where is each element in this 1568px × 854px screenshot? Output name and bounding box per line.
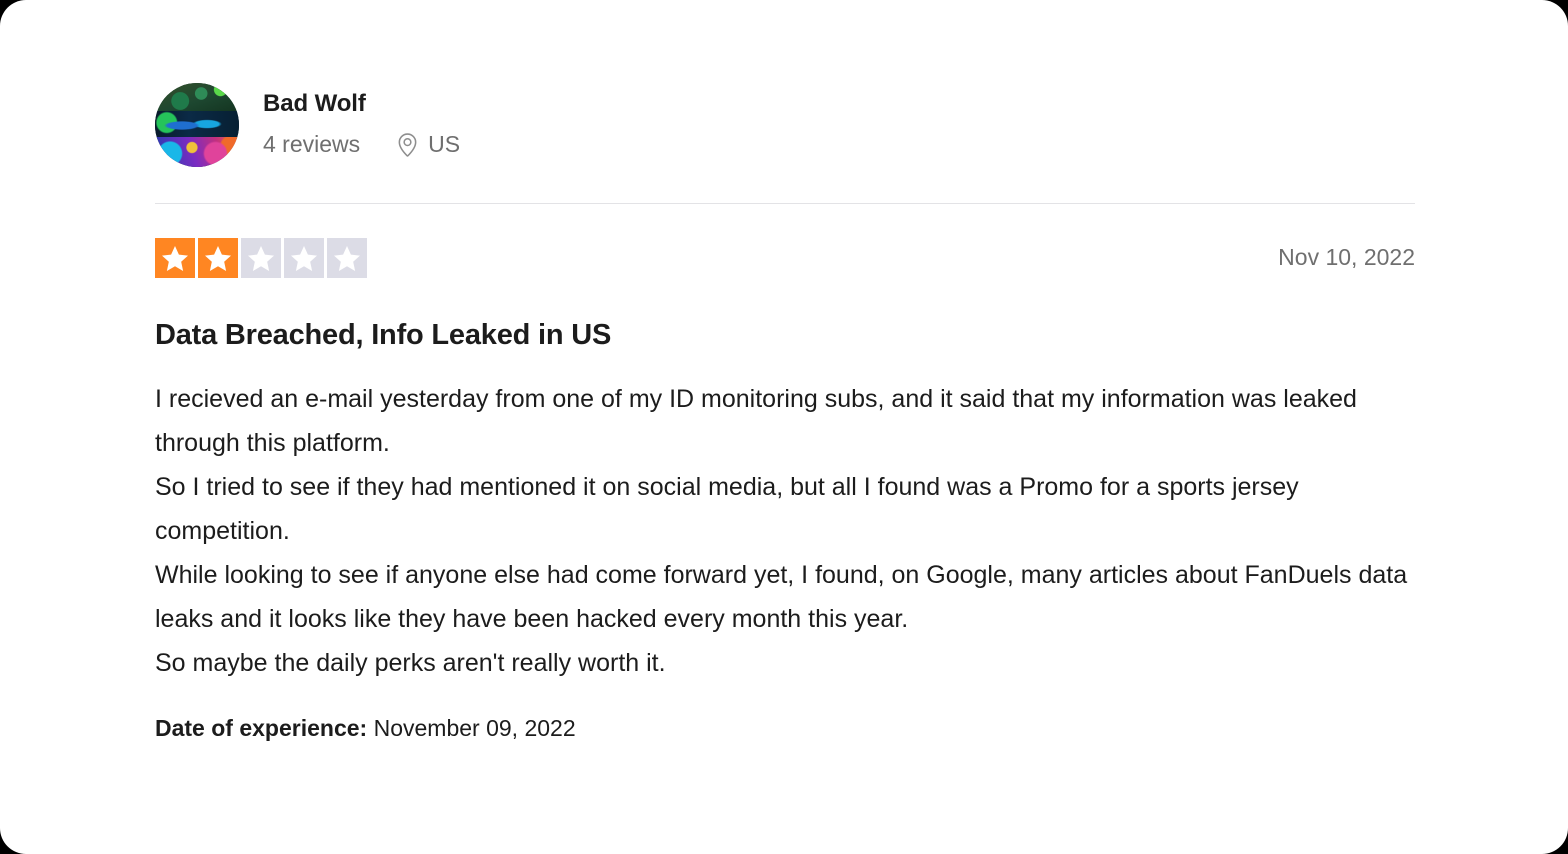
review-paragraph: While looking to see if anyone else had … xyxy=(155,561,1408,634)
star-icon-2 xyxy=(198,238,238,278)
review-paragraph: So I tried to see if they had mentioned … xyxy=(155,473,1299,546)
date-of-experience-value: November 09, 2022 xyxy=(373,715,576,742)
consumer-info: Bad Wolf 4 reviews US xyxy=(263,90,460,158)
avatar-layer-bottom xyxy=(155,137,239,167)
consumer-location-label: US xyxy=(428,131,461,158)
avatar-layer-middle xyxy=(155,111,239,140)
star-icon-3 xyxy=(241,238,281,278)
consumer-location: US xyxy=(396,131,460,159)
consumer-header[interactable]: Bad Wolf 4 reviews US xyxy=(155,0,1415,167)
consumer-reviews-count: 4 reviews xyxy=(263,131,361,158)
review-title[interactable]: Data Breached, Info Leaked in US xyxy=(155,317,1415,353)
date-of-experience-label: Date of experience: xyxy=(155,715,368,742)
review-paragraph: I recieved an e-mail yesterday from one … xyxy=(155,385,1357,458)
star-rating xyxy=(155,238,367,278)
avatar-layer-top xyxy=(155,82,239,113)
header-divider xyxy=(155,203,1415,204)
review-card: Bad Wolf 4 reviews US Nov 10, 2022 Data … xyxy=(0,0,1568,854)
consumer-meta: 4 reviews US xyxy=(263,131,460,159)
review-date: Nov 10, 2022 xyxy=(1278,244,1415,271)
date-of-experience: Date of experience: November 09, 2022 xyxy=(155,714,1415,744)
star-icon-5 xyxy=(327,238,367,278)
avatar xyxy=(155,82,239,167)
rating-row: Nov 10, 2022 xyxy=(155,238,1415,278)
review-card-inner: Bad Wolf 4 reviews US Nov 10, 2022 Data … xyxy=(155,0,1415,744)
star-icon-1 xyxy=(155,238,195,278)
star-icon-4 xyxy=(284,238,324,278)
location-pin-icon xyxy=(396,132,419,158)
review-body: I recieved an e-mail yesterday from one … xyxy=(155,377,1415,685)
review-paragraph: So maybe the daily perks aren't really w… xyxy=(155,649,666,678)
consumer-name[interactable]: Bad Wolf xyxy=(263,90,460,119)
